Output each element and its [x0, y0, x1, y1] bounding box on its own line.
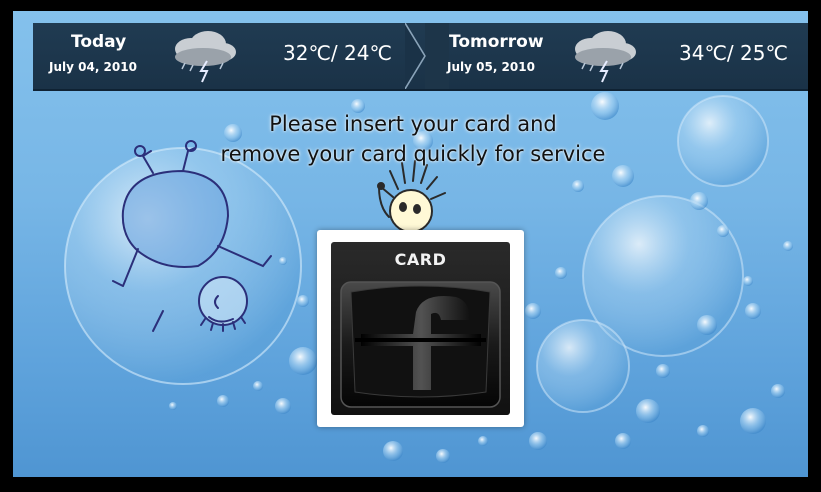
weather-bar: Today July 04, 2010 32℃/ 24℃ Tomorrow Ju…: [33, 23, 808, 91]
instruction-line-2: remove your card quickly for service: [220, 142, 606, 166]
thunderstorm-icon: [575, 31, 636, 83]
tomorrow-label: Tomorrow: [449, 32, 544, 52]
thunderstorm-icon: [175, 31, 236, 83]
card-label: CARD: [394, 250, 447, 269]
tomorrow-date: July 05, 2010: [447, 60, 535, 74]
instruction-message: Please insert your card and remove your …: [153, 109, 673, 169]
card-insert-button[interactable]: CARD: [317, 230, 524, 427]
kiosk-screen: Today July 04, 2010 32℃/ 24℃ Tomorrow Ju…: [13, 11, 808, 477]
today-label: Today: [71, 32, 127, 52]
card-slot: CARD: [331, 242, 510, 415]
today-temps: 32℃/ 24℃: [283, 41, 392, 65]
instruction-line-1: Please insert your card and: [269, 112, 557, 136]
today-date: July 04, 2010: [49, 60, 137, 74]
tomorrow-temps: 34℃/ 25℃: [679, 41, 788, 65]
weather-today: Today July 04, 2010 32℃/ 24℃: [33, 23, 405, 89]
weather-tomorrow: Tomorrow July 05, 2010 34℃/ 25℃: [435, 23, 808, 89]
